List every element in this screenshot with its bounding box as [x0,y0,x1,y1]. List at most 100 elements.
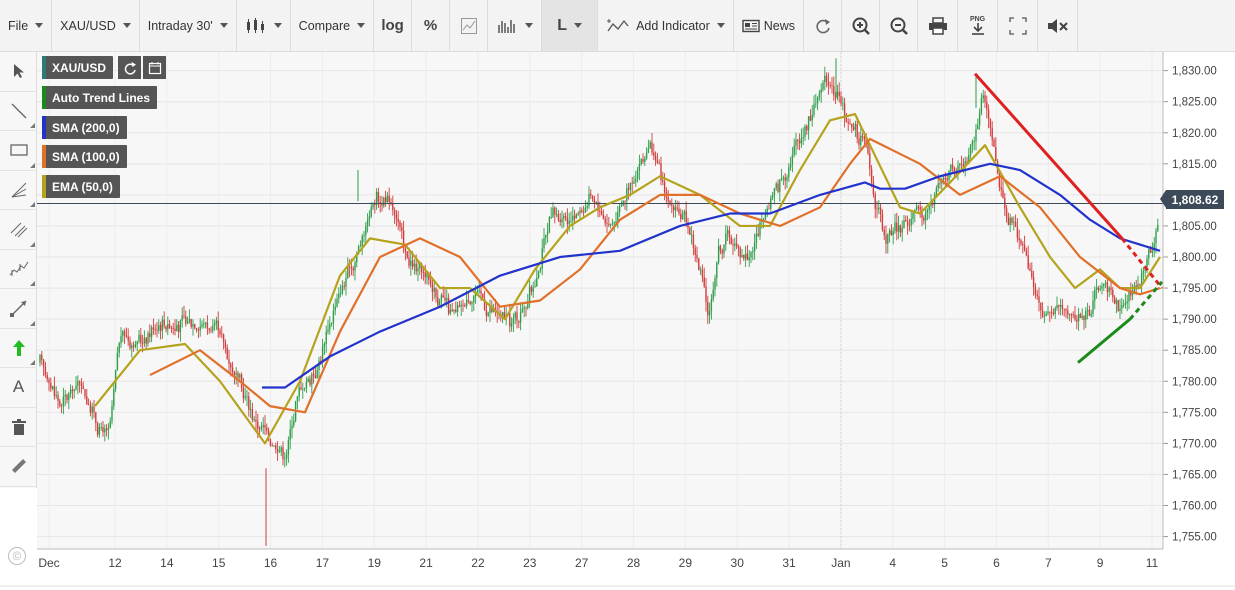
candle-body [987,109,990,119]
legend-symbol[interactable]: XAU/USD [42,56,114,79]
candle-body [190,318,192,327]
candle-body [1002,189,1004,198]
candle-body [87,404,90,405]
candle-body [771,195,774,198]
candle-body [681,214,684,220]
candle-body [1083,316,1085,321]
candle-body [829,85,831,86]
candle-body [944,177,947,179]
x-tick-label: 4 [889,556,896,570]
candle-body [674,207,677,211]
candle-body [129,340,131,349]
candle-body [1090,313,1092,316]
candle-body [302,388,304,390]
candle-body [116,352,119,370]
x-tick-label: Jan [831,556,850,570]
legend-auto-trend-lines[interactable]: Auto Trend Lines [42,86,158,109]
candle-body [221,334,223,335]
reload-symbol-button[interactable] [118,56,141,79]
candle-body [896,222,898,232]
price-chart[interactable]: 1,755.00 1,760.00 1,765.00 1,770.00 1,775.00… [0,0,1235,590]
legend-sma-200[interactable]: SMA (200,0) [42,116,127,139]
candle-body [89,404,92,413]
candle-body [113,389,115,407]
candle-body [393,210,396,215]
candle-body [582,211,585,213]
candle-body [327,329,329,332]
candle-body [804,126,806,137]
candle-body [969,144,972,155]
candle-body [1121,305,1123,309]
candle-body [1142,270,1145,274]
candle-body [476,291,479,293]
candle-body [885,235,887,244]
candle-body [1108,287,1110,292]
candle-body [730,237,732,245]
candle-body [1005,208,1008,218]
calendar-button[interactable] [143,56,166,79]
candle-body [204,322,207,324]
candle-body [737,246,740,248]
candle-body [429,279,432,284]
candle-body [455,309,457,312]
candle-body [366,219,369,227]
candle-body [548,217,551,233]
candle-body [608,224,610,225]
candle-body [795,139,797,146]
candle-body [102,427,104,433]
candle-body [782,177,785,179]
candle-body [145,337,147,344]
candle-body [471,302,473,304]
candle-body [577,213,579,215]
candle-body [1094,289,1096,301]
candle-body [629,182,632,190]
candle-body [1014,221,1017,228]
candle-body [186,321,189,324]
candle-body [773,188,776,196]
candle-body [825,75,828,82]
candle-body [735,243,738,247]
candle-body [559,219,561,223]
x-tick-label: 16 [264,556,278,570]
candle-body [172,328,174,330]
candle-body [1027,255,1029,269]
candle-body [676,207,678,209]
candle-body [194,324,196,329]
candle-body [532,287,534,292]
x-tick-label: 30 [731,556,745,570]
candle-body [1038,296,1040,303]
legend-sma-100[interactable]: SMA (100,0) [42,145,127,168]
candle-body [473,296,475,303]
candle-body [1058,304,1060,307]
candle-body [543,237,545,249]
candle-body [1088,310,1091,316]
candle-body [442,295,444,298]
candle-body [159,324,162,331]
candle-body [1157,224,1159,231]
candle-body [861,135,864,137]
candle-body [1029,268,1031,271]
candle-body [1020,240,1022,244]
candle-body [1092,300,1094,314]
candle-body [321,346,324,362]
candle-body [802,136,804,139]
legend-label: EMA (50,0) [52,179,113,194]
candle-body [707,301,709,316]
y-tick-label: 1,805.00 [1172,221,1217,233]
candle-body [188,318,191,322]
candle-body [806,126,808,131]
legend-ema-50[interactable]: EMA (50,0) [42,175,120,198]
candle-body [753,242,756,252]
candle-body [68,393,70,401]
candle-body [404,248,407,252]
candle-body [739,247,741,258]
candle-body [820,89,822,94]
candle-body [266,427,268,431]
candle-body [811,114,813,121]
candle-body [149,333,151,337]
candle-body [1148,249,1150,259]
candle-body [1050,312,1053,313]
candle-body [554,207,556,215]
candle-body [62,396,65,407]
candle-body [759,222,761,236]
